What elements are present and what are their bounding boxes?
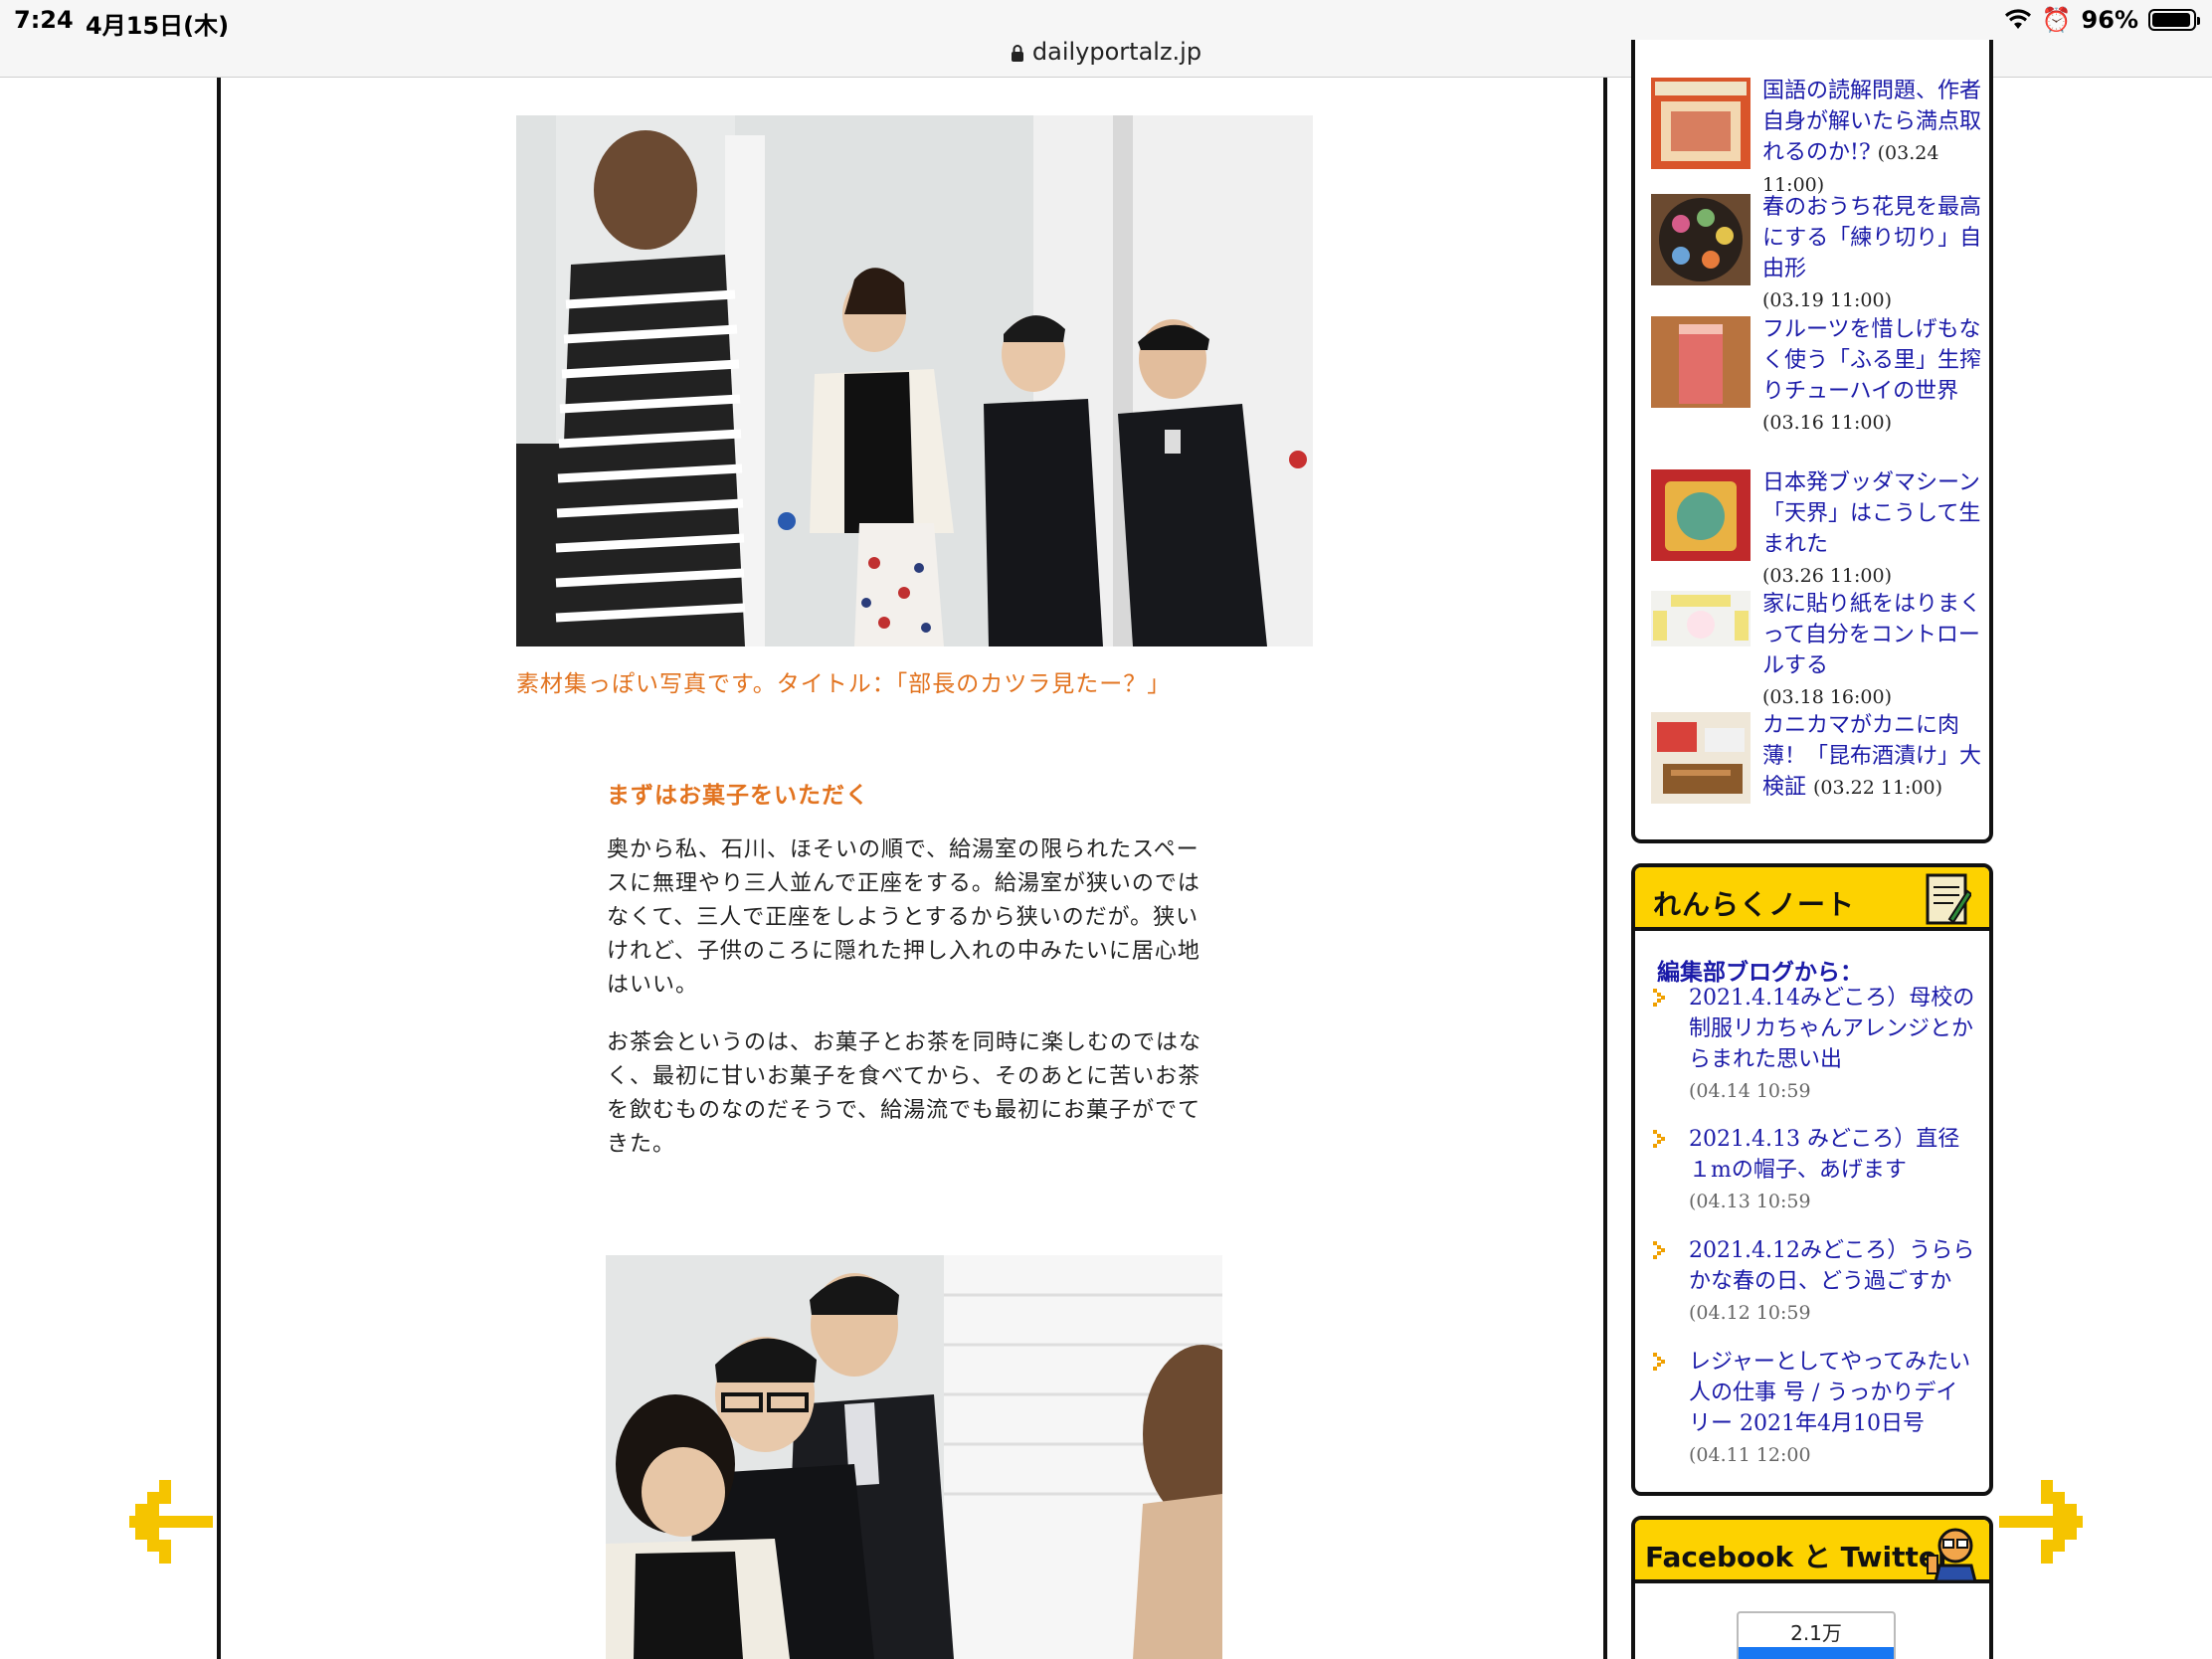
blog-date: (04.11 12:00 [1689, 1444, 1811, 1466]
article-thumbnail[interactable] [1651, 194, 1751, 285]
blog-date: (04.12 10:59 [1689, 1302, 1811, 1324]
article-title[interactable]: 春のおうち花見を最高にする「練り切り」自由形 [1762, 195, 1981, 281]
lock-icon [1011, 45, 1023, 62]
status-date: 4月15日(木) [86, 12, 230, 40]
content-right-border [1603, 78, 1607, 1659]
notebook-icon [1926, 873, 1971, 925]
bullet-arrow-icon [1653, 989, 1665, 1007]
article-paragraph: 奥から私、石川、ほそいの順で、給湯室の限られたスペースに無理やり三人並んで正座を… [607, 837, 1200, 998]
section-heading: まずはお菓子をいただく [607, 782, 869, 809]
battery-percent: 96% [2081, 6, 2138, 34]
article-title[interactable]: 家に貼り紙をはりまくって自分をコントロールする [1762, 592, 1981, 678]
battery-icon [2148, 9, 2200, 31]
renraku-header: れんらくノート [1635, 867, 1989, 931]
blog-label: 編集部ブログから： [1657, 959, 1863, 986]
photo-caption: 素材集っぽい写真です。タイトル：「部長のカツラ見たー？」 [516, 671, 1172, 697]
article-date: (03.19 11:00) [1762, 289, 1893, 311]
blog-title[interactable]: 2021.4.13 みどころ）直径１mの帽子、あげます [1689, 1127, 1959, 1183]
status-time: 7:24 [14, 6, 74, 34]
like-button[interactable] [1739, 1647, 1894, 1659]
facebook-like-widget[interactable]: 2.1万 [1737, 1611, 1896, 1659]
article-title[interactable]: 日本発ブッダマシーン「天界」はこうして生まれた [1762, 470, 1980, 557]
article-thumbnail[interactable] [1651, 469, 1751, 561]
article-date: (03.22 11:00) [1813, 777, 1943, 799]
content-left-border [217, 78, 221, 1659]
blog-date: (04.14 10:59 [1689, 1080, 1811, 1102]
social-header: Facebook と Twitter [1635, 1520, 1989, 1583]
article-title[interactable]: 国語の読解問題、作者自身が解いたら満点取れるのか!? [1762, 79, 1981, 165]
blog-title[interactable]: 2021.4.12みどころ）うららかな春の日、どう過ごすか [1689, 1238, 1974, 1294]
article-thumbnail[interactable] [1651, 78, 1751, 169]
article-photo-kitchenette [516, 115, 1313, 646]
wifi-icon [2004, 9, 2032, 31]
like-count: 2.1万 [1790, 1621, 1842, 1645]
blog-date: (04.13 10:59 [1689, 1191, 1811, 1212]
article-paragraph: お茶会というのは、お菓子とお茶を同時に楽しむのではなく、最初に甘いお菓子を食べて… [607, 1030, 1202, 1157]
status-right: ⏰ 96% [2004, 6, 2200, 34]
article-title[interactable]: フルーツを惜しげもなく使う「ふる里」生搾りチューハイの世界 [1762, 317, 1981, 404]
renraku-note-panel: れんらくノート 編集部ブログから： 2021.4.14みどころ）母校の制服リカち… [1631, 863, 1993, 1496]
renraku-title: れんらくノート [1653, 888, 1856, 921]
bullet-arrow-icon [1653, 1353, 1665, 1371]
prev-arrow-icon[interactable] [129, 1480, 213, 1564]
article-date: (03.18 16:00) [1762, 686, 1893, 708]
social-panel: Facebook と Twitter 2.1万 [1631, 1516, 1993, 1659]
article-thumbnail[interactable] [1651, 316, 1751, 408]
alarm-icon: ⏰ [2041, 6, 2072, 34]
url-text: dailyportalz.jp [1031, 38, 1202, 66]
social-title: Facebook と Twitter [1645, 1541, 1951, 1573]
next-arrow-icon[interactable] [1999, 1480, 2083, 1564]
article-thumbnail[interactable] [1651, 591, 1751, 646]
article-thumbnail[interactable] [1651, 712, 1751, 804]
blog-title[interactable]: 2021.4.14みどころ）母校の制服リカちゃんアレンジとからまれた思い出 [1689, 986, 1974, 1072]
article-date: (03.26 11:00) [1762, 565, 1893, 587]
article-date: (03.16 11:00) [1762, 412, 1893, 434]
article-photo-kneeling [606, 1255, 1222, 1659]
bullet-arrow-icon [1653, 1241, 1665, 1259]
mascot-icon [1927, 1528, 1977, 1581]
bullet-arrow-icon [1653, 1130, 1665, 1148]
blog-title[interactable]: レジャーとしてやってみたい人の仕事 号 / うっかりデイリー 2021年4月10… [1689, 1350, 1970, 1436]
